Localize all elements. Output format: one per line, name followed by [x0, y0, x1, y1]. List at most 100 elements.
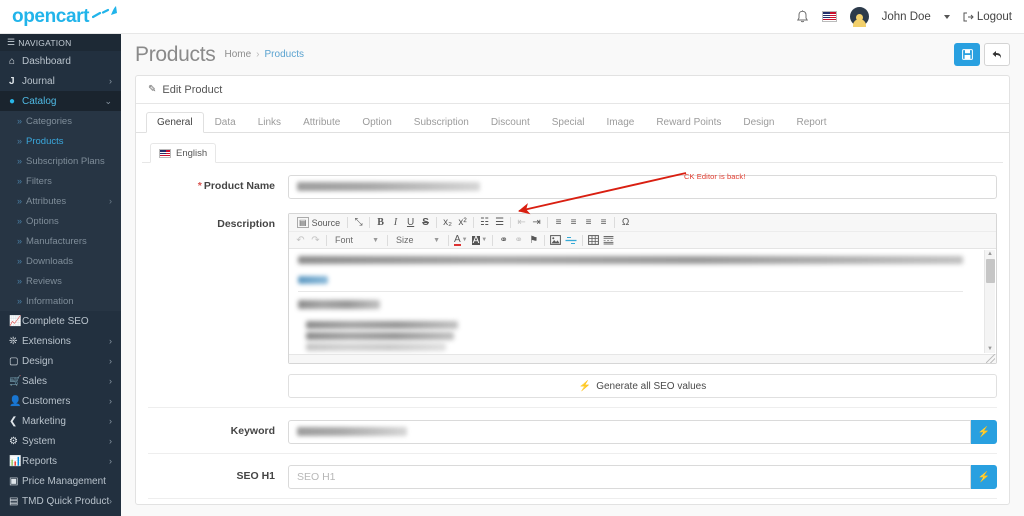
sidebar-item-label: Subscription Plans: [26, 155, 105, 167]
sidebar-item-reports[interactable]: 📊 Reports ›: [0, 451, 121, 471]
sidebar-item-subscription-plans[interactable]: » Subscription Plans: [0, 151, 121, 171]
sidebar-item-sales[interactable]: 🛒 Sales ›: [0, 371, 121, 391]
editor-align-left-button[interactable]: ≡: [551, 215, 566, 230]
editor-superscript-button[interactable]: x²: [455, 215, 470, 230]
sidebar-item-options[interactable]: » Options: [0, 211, 121, 231]
logout-button[interactable]: Logout: [963, 11, 1012, 23]
editor-link-button[interactable]: ⚭: [496, 233, 511, 248]
page-title: Products: [135, 42, 216, 66]
seo-h1-generate-button[interactable]: ⚡: [971, 465, 997, 489]
description-row: Description ▤ Source ⤡ B I U S x₂ x² ☷ ☰…: [136, 199, 1009, 364]
editor-align-center-button[interactable]: ≡: [566, 215, 581, 230]
sidebar-item-price-management[interactable]: ▣ Price Management: [0, 471, 121, 491]
editor-image-button[interactable]: [548, 233, 563, 248]
sidebar-item-information[interactable]: » Information: [0, 291, 121, 311]
editor-align-right-button[interactable]: ≡: [581, 215, 596, 230]
editor-font-dropdown[interactable]: Font ▼: [330, 233, 384, 247]
editor-strikethrough-button[interactable]: S: [418, 215, 433, 230]
editor-horizontal-rule-button[interactable]: [563, 233, 579, 248]
editor-page-break-button[interactable]: [601, 233, 616, 248]
seo-h1-input[interactable]: [288, 465, 971, 489]
tab-reward-points[interactable]: Reward Points: [645, 112, 732, 133]
tab-links[interactable]: Links: [247, 112, 292, 133]
breadcrumb-home[interactable]: Home: [224, 49, 251, 60]
editor-bulleted-list-button[interactable]: ☰: [492, 215, 507, 230]
chevron-down-icon: ▼: [433, 236, 440, 244]
tab-discount[interactable]: Discount: [480, 112, 541, 133]
tab-image[interactable]: Image: [596, 112, 646, 133]
sidebar-item-design[interactable]: ▢ Design ›: [0, 351, 121, 371]
sidebar-item-extensions[interactable]: ❊ Extensions ›: [0, 331, 121, 351]
sidebar-item-label: Options: [26, 215, 59, 227]
resize-grip[interactable]: [986, 354, 995, 363]
sidebar-item-complete-seo[interactable]: 📈 Complete SEO: [0, 311, 121, 331]
back-button[interactable]: [984, 43, 1010, 66]
breadcrumb-products[interactable]: Products: [265, 49, 304, 60]
us-flag-icon[interactable]: [821, 11, 837, 22]
editor-text-color-button[interactable]: A ▼: [452, 233, 470, 248]
save-button[interactable]: [954, 43, 980, 66]
editor-unlink-button[interactable]: ⚭: [511, 233, 526, 248]
sidebar-item-reviews[interactable]: » Reviews: [0, 271, 121, 291]
share-icon: ❮: [9, 415, 18, 427]
brand-logo[interactable]: opencart: [0, 5, 125, 28]
editor-outdent-button[interactable]: ⇤: [514, 215, 529, 230]
top-header-bar: opencart John Doe Logout: [0, 0, 1024, 34]
editor-bold-button[interactable]: B: [373, 215, 388, 230]
tab-special[interactable]: Special: [541, 112, 596, 133]
sidebar-item-manufacturers[interactable]: » Manufacturers: [0, 231, 121, 251]
tab-option[interactable]: Option: [351, 112, 402, 133]
sidebar-item-marketing[interactable]: ❮ Marketing ›: [0, 411, 121, 431]
sidebar-item-system[interactable]: ⚙ System ›: [0, 431, 121, 451]
sidebar-item-label: Sales: [22, 375, 48, 387]
avatar[interactable]: [849, 7, 869, 27]
editor-indent-button[interactable]: ⇥: [529, 215, 544, 230]
generate-all-seo-values-button[interactable]: ⚡ Generate all SEO values: [288, 374, 997, 398]
editor-redo-button[interactable]: ↷: [308, 233, 323, 248]
sidebar-item-products[interactable]: » Products: [0, 131, 121, 151]
journal-j-icon: J: [9, 75, 15, 87]
tab-general[interactable]: General: [146, 112, 204, 133]
editor-numbered-list-button[interactable]: ☷: [477, 215, 492, 230]
ckeditor-content-area[interactable]: ▲ ▼: [289, 249, 996, 354]
editor-bg-color-button[interactable]: A ▼: [470, 233, 490, 248]
editor-special-char-button[interactable]: Ω: [618, 215, 633, 230]
editor-justify-button[interactable]: ≡: [596, 215, 611, 230]
bell-icon[interactable]: [796, 9, 809, 24]
chevrons-icon: »: [17, 216, 22, 226]
toolbar-separator: [582, 234, 584, 246]
sidebar-item-label: Filters: [26, 175, 52, 187]
ckeditor-toolbar-row-1: ▤ Source ⤡ B I U S x₂ x² ☷ ☰ ⇤ ⇥ ≡ ≡ ≡ ≡…: [289, 214, 996, 231]
sidebar-item-attributes[interactable]: » Attributes ›: [0, 191, 121, 211]
tab-data[interactable]: Data: [204, 112, 247, 133]
sidebar-item-dashboard[interactable]: ⌂ Dashboard: [0, 51, 121, 71]
editor-size-dropdown[interactable]: Size ▼: [391, 233, 445, 247]
editor-underline-button[interactable]: U: [403, 215, 418, 230]
editor-subscript-button[interactable]: x₂: [440, 215, 455, 230]
editor-scrollbar-thumb[interactable]: [986, 259, 995, 283]
editor-table-button[interactable]: [586, 233, 601, 248]
editor-vertical-scrollbar[interactable]: ▲ ▼: [984, 250, 995, 353]
tab-report[interactable]: Report: [786, 112, 838, 133]
sidebar-item-catalog[interactable]: ● Catalog ⌄: [0, 91, 121, 111]
editor-undo-button[interactable]: ↶: [293, 233, 308, 248]
sidebar-item-tmd-quick-product[interactable]: ▤ TMD Quick Product ›: [0, 491, 121, 511]
sidebar-item-journal[interactable]: J Journal ›: [0, 71, 121, 91]
user-name[interactable]: John Doe: [882, 11, 931, 23]
sidebar-item-filters[interactable]: » Filters: [0, 171, 121, 191]
language-tab-english[interactable]: English: [150, 143, 217, 163]
tab-subscription[interactable]: Subscription: [403, 112, 480, 133]
tab-design[interactable]: Design: [732, 112, 785, 133]
sidebar-item-downloads[interactable]: » Downloads: [0, 251, 121, 271]
editor-anchor-button[interactable]: ⚑: [526, 233, 541, 248]
scroll-up-arrow-icon[interactable]: ▲: [987, 251, 993, 257]
editor-source-button[interactable]: ▤ Source: [293, 215, 344, 230]
scroll-down-arrow-icon[interactable]: ▼: [987, 346, 993, 352]
editor-italic-button[interactable]: I: [388, 215, 403, 230]
keyword-generate-button[interactable]: ⚡: [971, 420, 997, 444]
editor-maximize-button[interactable]: ⤡: [351, 215, 366, 230]
sidebar-item-categories[interactable]: » Categories: [0, 111, 121, 131]
tab-attribute[interactable]: Attribute: [292, 112, 351, 133]
sidebar-item-customers[interactable]: 👤 Customers ›: [0, 391, 121, 411]
chevron-down-icon[interactable]: [943, 14, 950, 19]
